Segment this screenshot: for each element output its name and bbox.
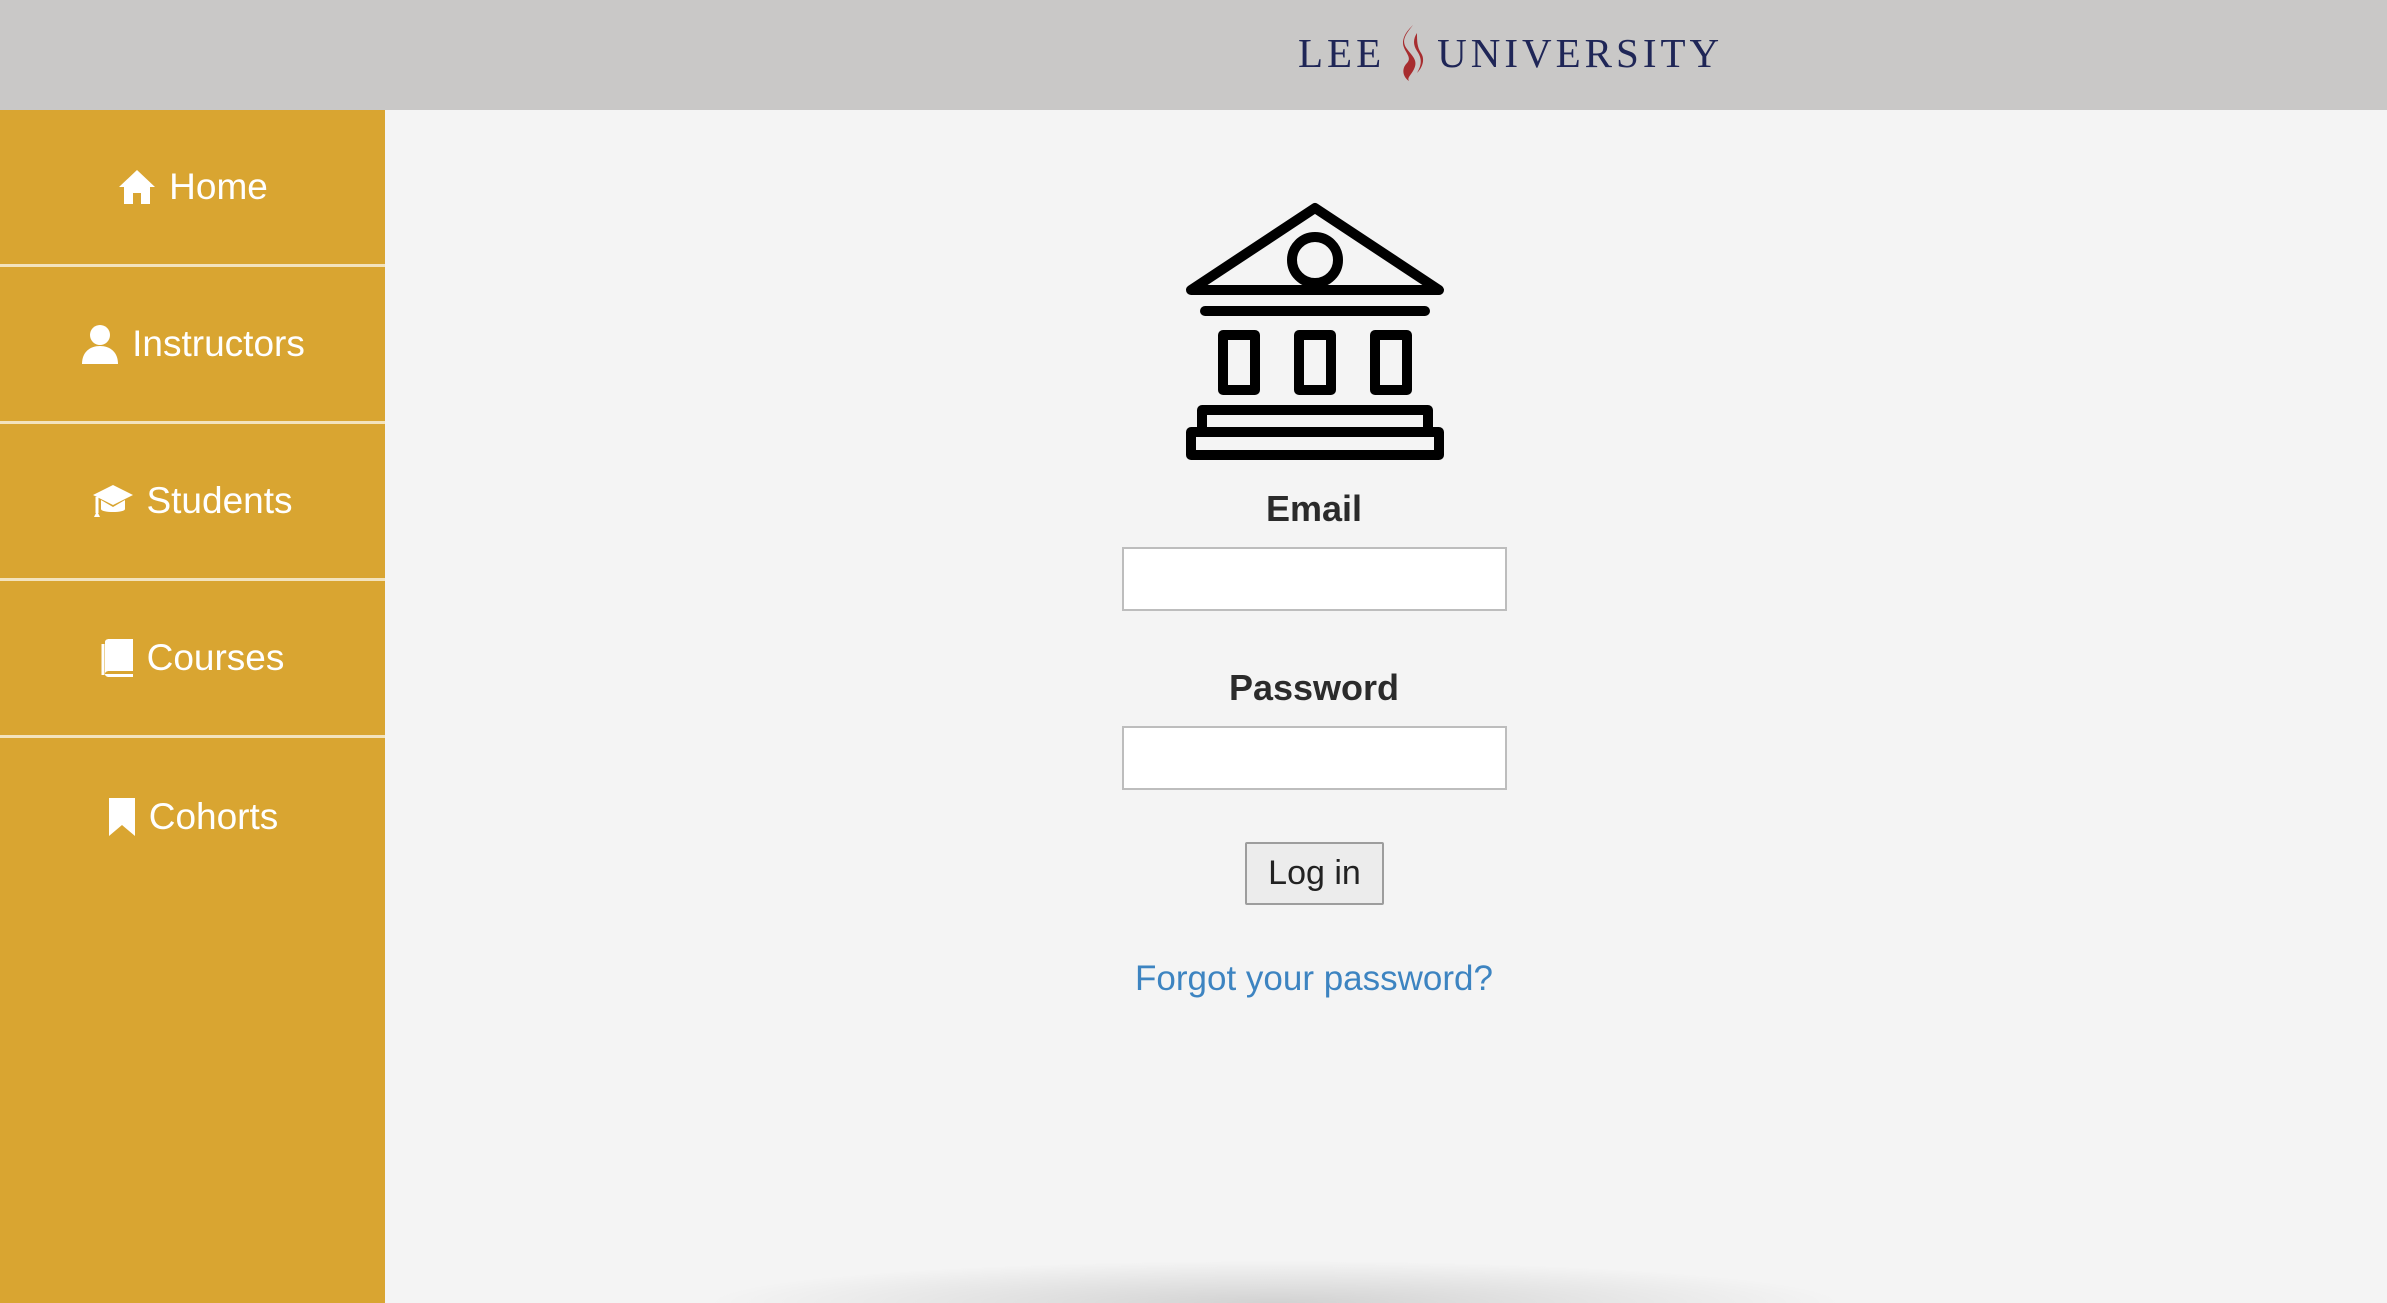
bottom-shadow: [700, 1260, 1850, 1303]
sidebar-nav: Home Instructors Students Courses Cohort…: [0, 110, 385, 1303]
logo-text-university: UNIVERSITY: [1437, 30, 1724, 76]
sidebar-item-label: Students: [146, 480, 293, 521]
sidebar-item-students[interactable]: Students: [0, 424, 385, 581]
email-field[interactable]: [1122, 547, 1507, 611]
forgot-password-link[interactable]: Forgot your password?: [1064, 959, 1564, 999]
email-label: Email: [1265, 488, 1363, 529]
flame-icon: [1395, 23, 1429, 83]
lee-university-logo[interactable]: LEE UNIVERSITY: [1298, 18, 1723, 88]
login-button[interactable]: Log in: [1245, 842, 1384, 905]
password-label: Password: [1228, 667, 1400, 708]
top-header: LEE UNIVERSITY: [0, 0, 2387, 110]
logo-text-lee: LEE: [1298, 30, 1386, 76]
sidebar-item-courses[interactable]: Courses: [0, 581, 385, 738]
bookmark-icon: [107, 797, 137, 837]
sidebar-item-instructors[interactable]: Instructors: [0, 267, 385, 424]
graduation-cap-icon: [92, 483, 134, 519]
sidebar-item-label: Cohorts: [148, 795, 279, 837]
sidebar-item-home[interactable]: Home: [0, 110, 385, 267]
sidebar-item-cohorts[interactable]: Cohorts: [0, 738, 385, 895]
book-icon: [101, 638, 135, 678]
home-icon: [117, 168, 157, 206]
sidebar-item-label: Home: [169, 166, 268, 207]
sidebar-item-label: Instructors: [132, 323, 305, 364]
sidebar-item-label: Courses: [146, 637, 285, 678]
password-field[interactable]: [1122, 726, 1507, 790]
user-icon: [80, 324, 120, 364]
university-building-icon: [1185, 200, 1445, 462]
